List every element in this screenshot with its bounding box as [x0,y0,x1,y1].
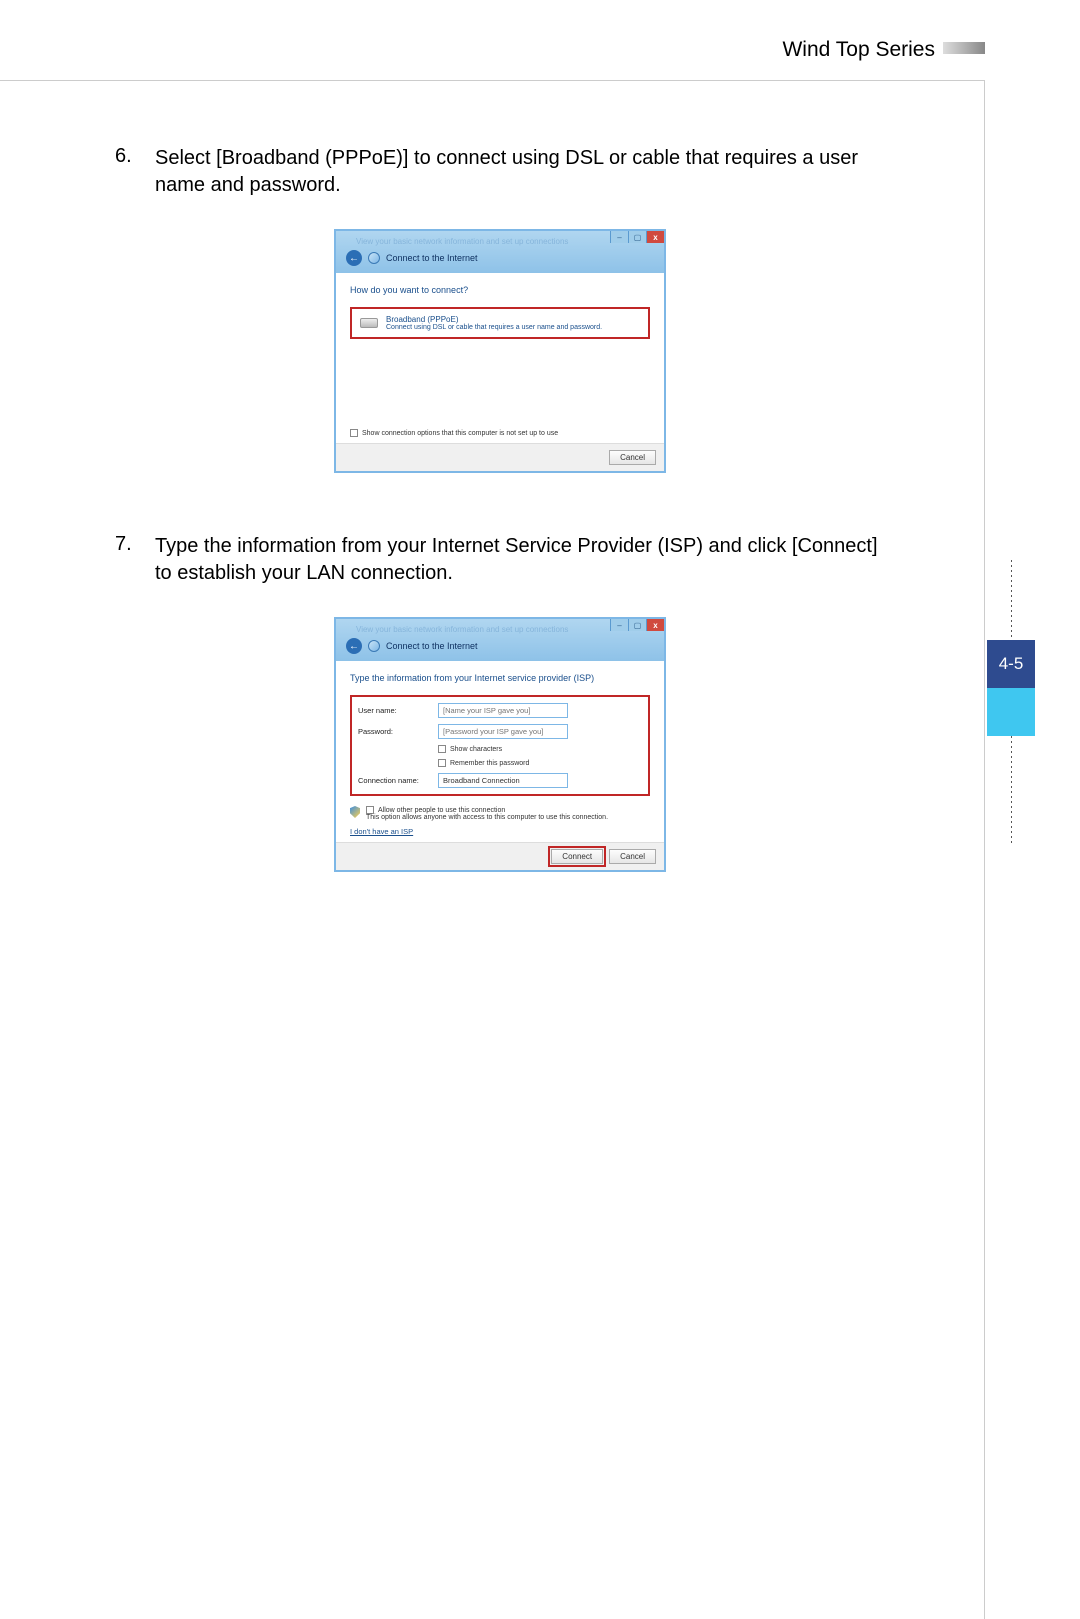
network-icon [368,252,380,264]
dotted-line-icon [1011,736,1012,846]
close-button[interactable]: x [646,231,664,243]
maximize-button[interactable]: ▢ [628,619,646,631]
back-arrow-icon[interactable]: ← [346,250,362,266]
step-number: 6. [115,145,155,199]
breadcrumb-row: ← Connect to the Internet [342,636,658,656]
username-label: User name: [358,706,432,715]
header-decoration [943,42,985,54]
window-controls: – ▢ x [610,619,664,631]
allow-others-block: Allow other people to use this connectio… [350,806,650,821]
page-number-tab: 4-5 [987,640,1035,688]
step-text: Select [Broadband (PPPoE)] to connect us… [155,145,885,199]
show-options-checkbox[interactable] [350,429,358,437]
remember-label: Remember this password [450,760,529,767]
username-input[interactable] [438,703,568,718]
minimize-button[interactable]: – [610,619,628,631]
cancel-button[interactable]: Cancel [609,849,656,864]
no-isp-link[interactable]: I don't have an ISP [350,827,650,836]
breadcrumb-label: Connect to the Internet [386,253,478,263]
show-chars-checkbox[interactable] [438,745,446,753]
page-tab-column: 4-5 [987,560,1035,846]
shield-icon [350,806,360,818]
step-text: Type the information from your Internet … [155,533,885,587]
dialog-titlebar: – ▢ x View your basic network informatio… [336,619,664,661]
step-6: 6. Select [Broadband (PPPoE)] to connect… [115,145,885,199]
dialog-footer: Cancel [336,443,664,471]
remember-checkbox[interactable] [438,759,446,767]
option-title: Broadband (PPPoE) [386,315,602,324]
cancel-button[interactable]: Cancel [609,450,656,465]
show-options-label: Show connection options that this comput… [362,430,558,437]
minimize-button[interactable]: – [610,231,628,243]
maximize-button[interactable]: ▢ [628,231,646,243]
breadcrumb-row: ← Connect to the Internet [342,248,658,268]
connect-dialog-1: – ▢ x View your basic network informatio… [334,229,666,473]
allow-others-sub: This option allows anyone with access to… [366,814,608,821]
password-label: Password: [358,727,432,736]
isp-form: User name: Password: Show characters Rem… [350,695,650,796]
connect-button[interactable]: Connect [551,849,603,864]
dialog-heading: How do you want to connect? [350,285,650,295]
dialog-body: Type the information from your Internet … [336,661,664,842]
content-area: 6. Select [Broadband (PPPoE)] to connect… [115,145,885,932]
connection-name-input[interactable] [438,773,568,788]
close-button[interactable]: x [646,619,664,631]
show-chars-row: Show characters [438,745,642,753]
allow-others-label: Allow other people to use this connectio… [378,807,505,814]
password-input[interactable] [438,724,568,739]
dotted-line-icon [1011,560,1012,640]
dialog-titlebar: – ▢ x View your basic network informatio… [336,231,664,273]
dialog-footer: Connect Cancel [336,842,664,870]
connection-name-label: Connection name: [358,776,432,785]
page-accent-tab [987,688,1035,736]
breadcrumb-label: Connect to the Internet [386,641,478,651]
show-options-row: Show connection options that this comput… [350,429,650,437]
allow-others-checkbox[interactable] [366,806,374,814]
modem-icon [360,318,378,328]
option-text: Broadband (PPPoE) Connect using DSL or c… [386,315,602,331]
step-7: 7. Type the information from your Intern… [115,533,885,587]
show-chars-label: Show characters [450,746,502,753]
page-title: Wind Top Series [782,38,935,62]
dialog-body: How do you want to connect? Broadband (P… [336,273,664,443]
dialog-heading: Type the information from your Internet … [350,673,650,683]
back-arrow-icon[interactable]: ← [346,638,362,654]
broadband-option[interactable]: Broadband (PPPoE) Connect using DSL or c… [350,307,650,339]
step-number: 7. [115,533,155,587]
connect-dialog-2: – ▢ x View your basic network informatio… [334,617,666,872]
option-subtitle: Connect using DSL or cable that requires… [386,324,602,331]
remember-row: Remember this password [438,759,642,767]
window-controls: – ▢ x [610,231,664,243]
network-icon [368,640,380,652]
